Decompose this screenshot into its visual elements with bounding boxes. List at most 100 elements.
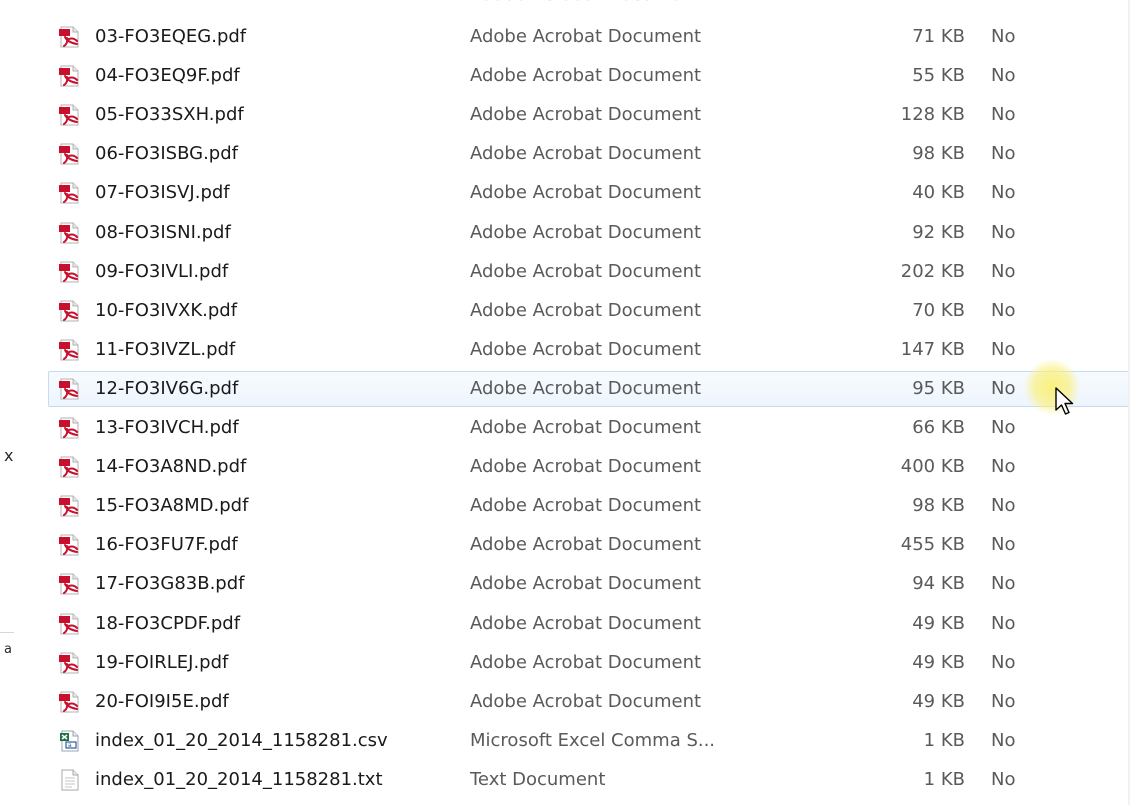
pdf-icon [58,612,82,636]
file-flag: No [991,143,1016,164]
file-type: Adobe Acrobat Document [470,222,702,243]
pdf-icon [58,533,82,557]
file-type: Adobe Acrobat Document [470,495,702,516]
file-size: 128 KB [900,104,965,125]
file-name: 09-FO3IVLI.pdf [95,261,229,282]
pdf-icon [58,416,82,440]
file-row[interactable]: 09-FO3IVLI.pdf Adobe Acrobat Document 20… [48,254,1130,290]
navigation-pane[interactable]: x a [0,0,14,805]
file-row[interactable]: 16-FO3FU7F.pdf Adobe Acrobat Document 45… [48,527,1130,563]
file-size: 98 KB [912,495,965,516]
file-flag: No [991,261,1016,282]
file-type: Adobe Acrobat Document [470,378,702,399]
file-row[interactable]: 18-FO3CPDF.pdf Adobe Acrobat Document 49… [48,606,1130,642]
file-row[interactable]: 13-FO3IVCH.pdf Adobe Acrobat Document 66… [48,410,1130,446]
file-flag: No [991,182,1016,203]
pdf-icon [58,690,82,714]
pdf-icon [58,377,82,401]
file-flag: No [991,534,1016,555]
file-size: 71 KB [912,26,965,47]
file-name: 03-FO3EQEG.pdf [95,26,247,47]
file-row[interactable]: 19-FOIRLEJ.pdf Adobe Acrobat Document 49… [48,645,1130,681]
file-name: 12-FO3IV6G.pdf [95,378,239,399]
file-name: 10-FO3IVXK.pdf [95,300,238,321]
file-name: 18-FO3CPDF.pdf [95,613,241,634]
file-name: 14-FO3A8ND.pdf [95,456,247,477]
file-flag: No [991,456,1016,477]
file-name: 15-FO3A8MD.pdf [95,495,249,516]
file-name: 05-FO33SXH.pdf [95,104,244,125]
file-name: 07-FO3ISVJ.pdf [95,182,230,203]
file-size: 400 KB [900,456,965,477]
pdf-icon [58,142,82,166]
file-type: Adobe Acrobat Document [470,534,702,555]
file-list[interactable]: Adobe Acrobat Document 03-FO3EQEG.pdf Ad… [48,0,1130,805]
file-row[interactable]: 04-FO3EQ9F.pdf Adobe Acrobat Document 55… [48,58,1130,94]
file-size: 95 KB [912,378,965,399]
file-type: Adobe Acrobat Document [470,613,702,634]
pdf-icon [58,64,82,88]
file-flag: No [991,769,1016,790]
file-size: 92 KB [912,222,965,243]
pdf-icon [58,25,82,49]
file-row[interactable]: 03-FO3EQEG.pdf Adobe Acrobat Document 71… [48,19,1130,55]
file-size: 49 KB [912,691,965,712]
file-row[interactable]: 06-FO3ISBG.pdf Adobe Acrobat Document 98… [48,136,1130,172]
file-type: Microsoft Excel Comma S... [470,730,716,751]
file-flag: No [991,652,1016,673]
file-row[interactable]: 12-FO3IV6G.pdf Adobe Acrobat Document 95… [48,371,1130,407]
nav-pane-text-fragment: x [4,446,14,465]
file-flag: No [991,222,1016,243]
file-row[interactable]: 10-FO3IVXK.pdf Adobe Acrobat Document 70… [48,293,1130,329]
file-size: 455 KB [900,534,965,555]
file-row[interactable]: 15-FO3A8MD.pdf Adobe Acrobat Document 98… [48,488,1130,524]
file-type: Adobe Acrobat Document [470,300,702,321]
file-type: Adobe Acrobat Document [470,65,702,86]
file-row[interactable]: 20-FOI9I5E.pdf Adobe Acrobat Document 49… [48,684,1130,720]
file-name: 13-FO3IVCH.pdf [95,417,239,438]
pdf-icon [58,572,82,596]
file-name: 19-FOIRLEJ.pdf [95,652,229,673]
file-type: Adobe Acrobat Document [470,143,702,164]
file-name: index_01_20_2014_1158281.csv [95,730,388,751]
file-name: 17-FO3G83B.pdf [95,573,245,594]
file-type: Adobe Acrobat Document [470,652,702,673]
file-name: 16-FO3FU7F.pdf [95,534,238,555]
file-flag: No [991,300,1016,321]
file-type: Adobe Acrobat Document [470,573,702,594]
file-type: Adobe Acrobat Document [469,0,700,12]
file-size: 49 KB [912,652,965,673]
file-name: 08-FO3ISNI.pdf [95,222,231,243]
file-size: 98 KB [912,143,965,164]
file-row[interactable]: 05-FO33SXH.pdf Adobe Acrobat Document 12… [48,97,1130,133]
partial-file-row[interactable]: Adobe Acrobat Document [48,0,1130,8]
file-row[interactable]: 11-FO3IVZL.pdf Adobe Acrobat Document 14… [48,332,1130,368]
pdf-icon [58,103,82,127]
mouse-pointer-icon [1055,387,1074,415]
file-row[interactable]: 08-FO3ISNI.pdf Adobe Acrobat Document 92… [48,215,1130,251]
file-flag: No [991,339,1016,360]
svg-text:a: a [68,742,72,749]
file-row[interactable]: a index_01_20_2014_1158281.csv Microsoft… [48,723,1130,759]
nav-pane-text-fragment: a [4,642,12,657]
file-name: 20-FOI9I5E.pdf [95,691,229,712]
file-type: Adobe Acrobat Document [470,456,702,477]
pdf-icon [58,651,82,675]
text-file-icon [58,768,82,792]
pdf-icon [58,338,82,362]
pdf-icon [58,181,82,205]
pdf-icon [58,260,82,284]
file-row[interactable]: 17-FO3G83B.pdf Adobe Acrobat Document 94… [48,566,1130,602]
file-type: Adobe Acrobat Document [470,691,702,712]
pdf-icon [58,299,82,323]
file-size: 66 KB [912,417,965,438]
file-flag: No [991,104,1016,125]
file-size: 94 KB [912,573,965,594]
file-row[interactable]: 14-FO3A8ND.pdf Adobe Acrobat Document 40… [48,449,1130,485]
file-row[interactable]: 07-FO3ISVJ.pdf Adobe Acrobat Document 40… [48,175,1130,211]
file-size: 147 KB [900,339,965,360]
explorer-window: x a Adobe Acrobat Document 03-FO3EQEG.pd… [0,0,1130,805]
pdf-icon [58,221,82,245]
file-row[interactable]: index_01_20_2014_1158281.txt Text Docume… [48,762,1130,798]
nav-pane-divider [0,632,14,633]
